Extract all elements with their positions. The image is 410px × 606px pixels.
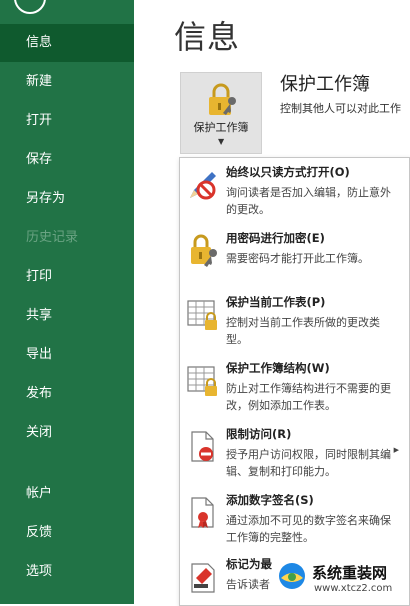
- padlock-key-icon: [191, 234, 217, 267]
- menu-item-description: 通过添加不可见的数字签名来确保工作簿的完整性。: [226, 514, 391, 544]
- nav-export[interactable]: 导出: [0, 336, 134, 374]
- menu-item-description: 防止对工作簿结构进行不需要的更改，例如添加工作表。: [226, 382, 391, 412]
- menu-protect-current-sheet[interactable]: 保护当前工作表(P) 控制对当前工作表所做的更改类型。: [180, 294, 409, 354]
- page-title: 信息: [174, 18, 241, 56]
- nav-history: 历史记录: [26, 230, 79, 245]
- menu-item-description: 询问读者是否加入编辑，防止意外的更改。: [226, 186, 391, 216]
- nav-publish[interactable]: 发布: [0, 375, 134, 413]
- protect-button-label: 保护工作簿: [193, 121, 249, 134]
- no-edit-pencil-icon: [190, 172, 216, 200]
- menu-item-description: 控制对当前工作表所做的更改类型。: [226, 316, 380, 346]
- nav-account[interactable]: 帐户: [0, 475, 134, 513]
- chevron-down-icon: ▼: [218, 137, 225, 146]
- menu-item-description: 授予用户访问权限，同时限制其编辑、复制和打印能力。: [226, 448, 391, 478]
- menu-item-title: 添加数字签名(S): [226, 493, 314, 507]
- submenu-arrow-icon: ▶: [393, 446, 399, 454]
- nav-open[interactable]: 打开: [0, 102, 134, 140]
- menu-item-title: 始终以只读方式打开(O): [226, 165, 350, 179]
- nav-close[interactable]: 关闭: [0, 414, 134, 452]
- menu-restrict-access[interactable]: 限制访问(R) 授予用户访问权限，同时限制其编辑、复制和打印能力。 ▶: [180, 426, 409, 488]
- backstage-sidebar: 信息 新建 打开 保存 另存为 历史记录 打印 共享 导出 发布 关闭 帐户 反…: [0, 0, 134, 604]
- mark-final-stamp-icon: [191, 563, 215, 593]
- nav-options[interactable]: 选项: [0, 553, 134, 591]
- padlock-key-icon: [209, 83, 236, 115]
- menu-item-title: 保护工作簿结构(W): [226, 361, 330, 375]
- signature-ribbon-icon: [191, 497, 214, 528]
- protect-workbook-menu: 始终以只读方式打开(O) 询问读者是否加入编辑，防止意外的更改。 用密码进行加密…: [179, 157, 410, 606]
- restricted-document-icon: [191, 431, 214, 462]
- nav-feedback[interactable]: 反馈: [0, 514, 134, 552]
- menu-protect-workbook-structure[interactable]: 保护工作簿结构(W) 防止对工作簿结构进行不需要的更改，例如添加工作表。: [180, 360, 409, 420]
- sheet-lock-icon: [187, 300, 217, 330]
- menu-item-title: 限制访问(R): [226, 427, 292, 441]
- nav-info[interactable]: 信息: [0, 24, 134, 62]
- watermark-url: www.xtcz2.com: [314, 583, 393, 594]
- menu-encrypt-with-password[interactable]: 用密码进行加密(E) 需要密码才能打开此工作簿。: [180, 230, 409, 288]
- watermark-name: 系统重装网: [312, 564, 388, 582]
- nav-save-as[interactable]: 另存为: [0, 180, 134, 218]
- nav-print[interactable]: 打印: [0, 258, 134, 296]
- site-watermark: 系统重装网 www.xtcz2.com: [272, 556, 408, 600]
- nav-new[interactable]: 新建: [0, 63, 134, 101]
- site-logo-icon: [279, 563, 305, 589]
- section-description: 控制其他人可以对此工作: [280, 102, 401, 115]
- protect-workbook-button[interactable]: 保护工作簿 ▼: [180, 72, 262, 154]
- menu-item-description: 需要密码才能打开此工作簿。: [226, 252, 369, 265]
- section-title: 保护工作簿: [280, 74, 370, 95]
- menu-item-title: 用密码进行加密(E): [226, 231, 325, 245]
- menu-item-title: 保护当前工作表(P): [226, 295, 326, 309]
- nav-save[interactable]: 保存: [0, 141, 134, 179]
- back-arrow-icon[interactable]: [14, 0, 46, 14]
- menu-add-digital-signature[interactable]: 添加数字签名(S) 通过添加不可见的数字签名来确保工作簿的完整性。: [180, 492, 409, 554]
- nav-share[interactable]: 共享: [0, 297, 134, 335]
- menu-always-open-read-only[interactable]: 始终以只读方式打开(O) 询问读者是否加入编辑，防止意外的更改。: [180, 164, 409, 228]
- workbook-lock-icon: [187, 366, 217, 396]
